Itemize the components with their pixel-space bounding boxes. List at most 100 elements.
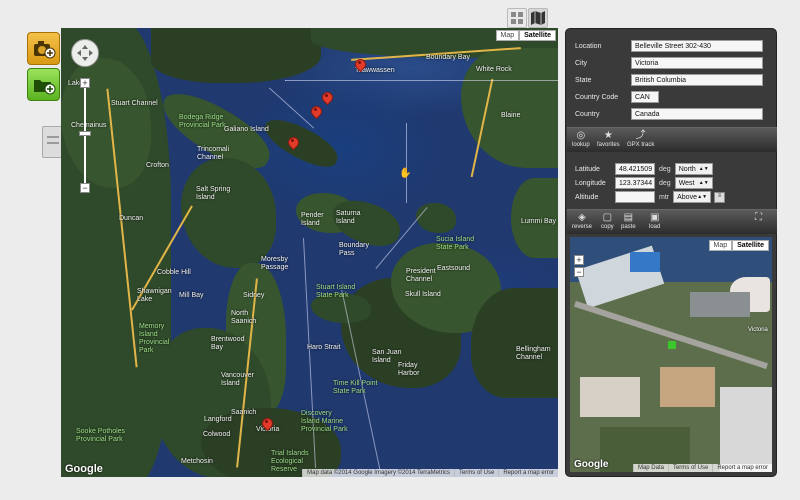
label-discovery: Discovery Island Marine Provincial Park: [301, 410, 348, 433]
longitude-unit: deg: [659, 179, 671, 187]
altitude-label: Altitude: [575, 193, 599, 201]
favorites-label: favorites: [597, 142, 620, 148]
label-moresby: Moresby Passage: [261, 256, 289, 271]
label-salt-spring: Salt Spring Island: [196, 186, 231, 201]
label-chemainus: Chemainus: [71, 122, 107, 129]
gpx-track-button[interactable]: ⤴ GPX track: [627, 130, 654, 148]
latitude-direction-value: North: [678, 165, 696, 173]
add-photo-button[interactable]: [27, 32, 60, 65]
arrows-icon: [77, 45, 93, 61]
copy-icon: ▢: [602, 212, 613, 223]
label-stuart-island: Stuart Island State Park: [316, 284, 356, 299]
terms-link[interactable]: Terms of Use: [453, 469, 498, 477]
minimap-attribution-text: Map Data: [632, 464, 668, 472]
label-vancouver-island: Vancouver Island: [221, 372, 254, 387]
altitude-field[interactable]: [615, 191, 655, 203]
hand-cursor-icon: ✋: [399, 168, 412, 179]
map-icon[interactable]: [528, 8, 548, 28]
copy-button[interactable]: ▢ copy: [601, 212, 614, 230]
view-mode-switch: [507, 8, 548, 28]
select-arrows-icon: ▲▼: [697, 194, 708, 200]
grid-icon[interactable]: [507, 8, 527, 28]
photo-pin[interactable]: [322, 92, 331, 105]
state-field[interactable]: British Columbia: [631, 74, 763, 86]
minimap-type-map[interactable]: Map: [708, 240, 733, 251]
country-field[interactable]: Canada: [631, 108, 763, 120]
label-mill-bay: Mill Bay: [179, 292, 204, 299]
location-toolbar: ◎ lookup ★ favorites ⤴ GPX track: [567, 127, 777, 152]
label-skull: Skull Island: [405, 291, 441, 298]
load-button[interactable]: ▣ load: [649, 212, 660, 230]
label-blaine: Blaine: [501, 112, 521, 119]
add-folder-button[interactable]: [27, 68, 60, 101]
latitude-label: Latitude: [575, 165, 600, 173]
photo-pin[interactable]: [288, 137, 297, 150]
location-field[interactable]: Belleville Street 302-430: [631, 40, 763, 52]
label-lummi: Lummi Bay: [521, 218, 557, 225]
label-boundary-pass: Boundary Pass: [339, 242, 369, 257]
map-type-satellite[interactable]: Satellite: [519, 30, 556, 41]
zoom-slider-thumb[interactable]: [79, 131, 91, 136]
pan-control[interactable]: [71, 39, 99, 67]
minimap-type-control: Map Satellite: [708, 240, 769, 251]
streetview-button[interactable]: ⛶: [755, 212, 762, 224]
minimap-zoom-out-button[interactable]: −: [574, 267, 584, 277]
label-brentwood: Brentwood Bay: [211, 336, 245, 351]
label-pender: Pender Island: [301, 212, 324, 227]
label-langford: Langford: [204, 416, 232, 423]
folder-plus-icon: [33, 79, 55, 94]
lookup-button[interactable]: ◎ lookup: [572, 130, 590, 148]
report-error-link[interactable]: Report a map error: [498, 469, 558, 477]
longitude-direction-select[interactable]: West ▲▼: [674, 177, 713, 189]
altitude-unit: mtr: [659, 193, 670, 201]
label-san-juan: San Juan Island: [372, 349, 402, 364]
reverse-icon: ◈: [578, 212, 586, 223]
altitude-action-button[interactable]: ≡: [714, 191, 726, 203]
label-stuart-channel: Stuart Channel: [111, 100, 158, 107]
label-crofton: Crofton: [146, 162, 169, 169]
camera-plus-icon: [33, 40, 55, 58]
minimap-google-logo: Google: [574, 459, 609, 470]
favorites-button[interactable]: ★ favorites: [597, 130, 620, 148]
label-galiano: Galiano Island: [224, 126, 269, 133]
minimap-type-satellite[interactable]: Satellite: [732, 240, 769, 251]
country-code-field[interactable]: CAN: [631, 91, 659, 103]
zoom-out-button[interactable]: −: [80, 183, 90, 193]
load-label: load: [649, 224, 661, 230]
altitude-reference-select[interactable]: Above ▲▼: [673, 191, 712, 203]
longitude-label: Longitude: [575, 179, 606, 187]
minimap-zoom-in-button[interactable]: +: [574, 255, 584, 265]
photo-pin-selected[interactable]: [262, 418, 271, 431]
detail-map[interactable]: Victoria + − Map Satellite Google Map Da…: [570, 237, 772, 472]
lookup-label: lookup: [572, 142, 590, 148]
label-haro: Haro Strait: [307, 344, 341, 351]
reverse-button[interactable]: ◈ reverse: [572, 212, 592, 230]
photo-pin[interactable]: [355, 59, 364, 72]
select-arrows-icon: ▲▼: [698, 180, 709, 186]
label-colwood: Colwood: [203, 431, 231, 438]
zoom-in-button[interactable]: +: [80, 78, 90, 88]
label-president: President Channel: [406, 268, 436, 283]
label-trincomali: Trincomali Channel: [197, 146, 230, 161]
photo-pin[interactable]: [311, 106, 320, 119]
latitude-direction-select[interactable]: North ▲▼: [674, 163, 713, 175]
minimap-terms-link[interactable]: Terms of Use: [667, 464, 712, 472]
latitude-field[interactable]: 48.421509: [615, 163, 655, 175]
label-metchosin: Metchosin: [181, 458, 213, 465]
country-label: Country: [575, 110, 600, 118]
paste-button[interactable]: ▤ paste: [621, 212, 636, 230]
reverse-label: reverse: [572, 224, 593, 230]
paste-icon: ▤: [623, 212, 634, 223]
longitude-field[interactable]: 123.37344: [615, 177, 655, 189]
main-map[interactable]: Tsawwassen White Rock Boundary Bay Lake …: [61, 28, 558, 477]
label-memory: Memory Island Provincial Park: [139, 323, 170, 354]
map-type-map[interactable]: Map: [495, 30, 520, 41]
label-shawnigan: Shawnigan Lake: [137, 288, 172, 303]
minimap-label-victoria: Victoria: [748, 327, 768, 333]
minimap-report-error-link[interactable]: Report a map error: [712, 464, 772, 472]
minimap-attribution: Map Data Terms of Use Report a map error: [632, 464, 772, 472]
label-sidney: Sidney: [243, 292, 265, 299]
label-saturna: Saturna Island: [336, 210, 361, 225]
copy-label: copy: [601, 224, 614, 230]
city-field[interactable]: Victoria: [631, 57, 763, 69]
